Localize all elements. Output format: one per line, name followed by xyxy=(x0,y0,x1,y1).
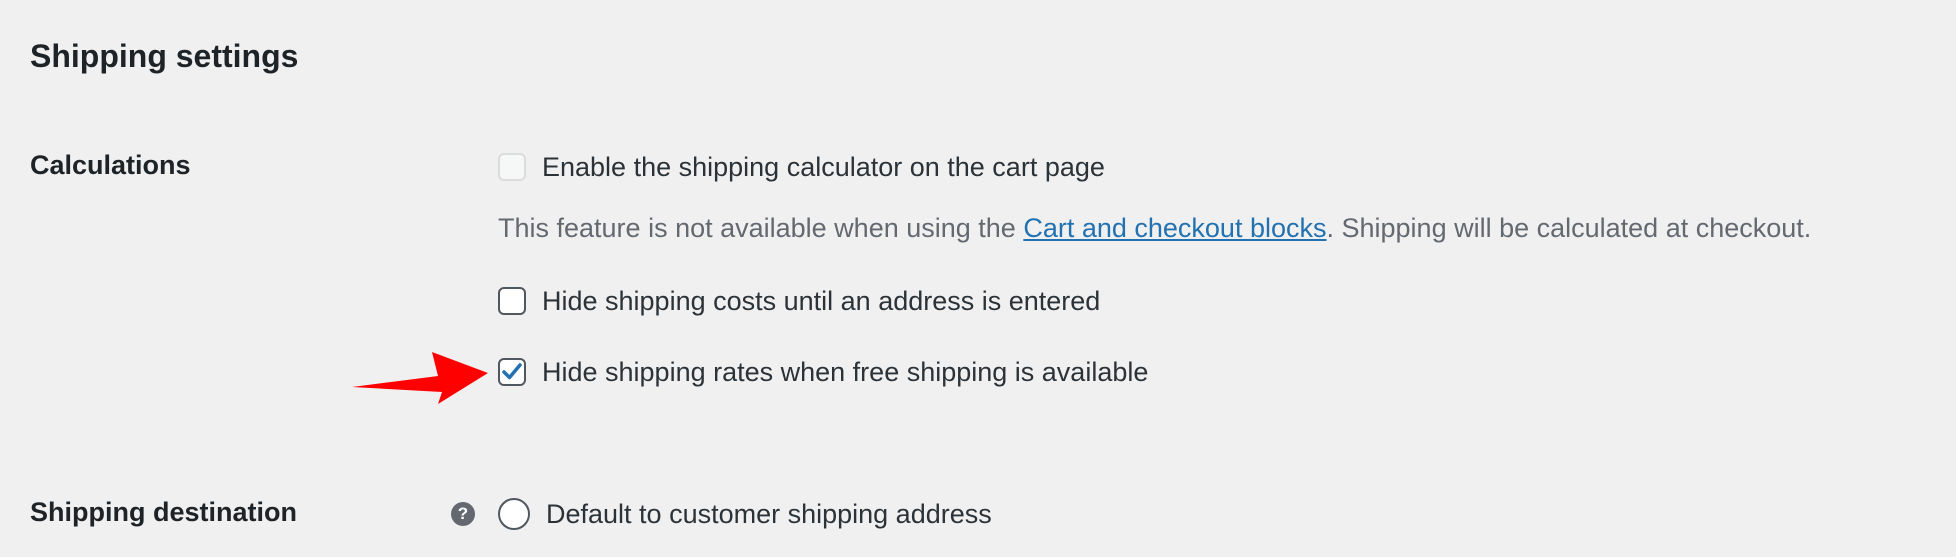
red-arrow-annotation-icon xyxy=(352,352,488,404)
calculations-label: Calculations xyxy=(30,150,191,180)
shipping-destination-label: Shipping destination xyxy=(30,497,297,527)
checkmark-icon xyxy=(502,363,522,380)
question-mark-icon[interactable]: ? xyxy=(451,502,475,526)
description-prefix: This feature is not available when using… xyxy=(498,213,1024,243)
hide-shipping-costs-checkbox[interactable] xyxy=(498,287,526,315)
hide-shipping-rates-option[interactable]: Hide shipping rates when free shipping i… xyxy=(498,355,1148,389)
default-customer-shipping-address-radio[interactable] xyxy=(498,498,530,530)
enable-shipping-calculator-checkbox[interactable] xyxy=(498,153,526,181)
hide-shipping-rates-label: Hide shipping rates when free shipping i… xyxy=(542,357,1149,387)
hide-shipping-rates-checkbox[interactable] xyxy=(498,358,526,386)
hide-shipping-costs-label: Hide shipping costs until an address is … xyxy=(542,286,1101,316)
enable-shipping-calculator-option[interactable]: Enable the shipping calculator on the ca… xyxy=(498,150,1105,184)
default-customer-shipping-address-label: Default to customer shipping address xyxy=(546,499,992,529)
default-customer-shipping-address-option[interactable]: Default to customer shipping address xyxy=(498,497,992,531)
hide-shipping-costs-option[interactable]: Hide shipping costs until an address is … xyxy=(498,284,1100,318)
page-title: Shipping settings xyxy=(30,38,299,74)
calculator-unavailable-description: This feature is not available when using… xyxy=(498,211,1811,245)
cart-checkout-blocks-link[interactable]: Cart and checkout blocks xyxy=(1023,213,1326,243)
enable-shipping-calculator-label: Enable the shipping calculator on the ca… xyxy=(542,152,1105,182)
description-suffix: . Shipping will be calculated at checkou… xyxy=(1326,213,1812,243)
